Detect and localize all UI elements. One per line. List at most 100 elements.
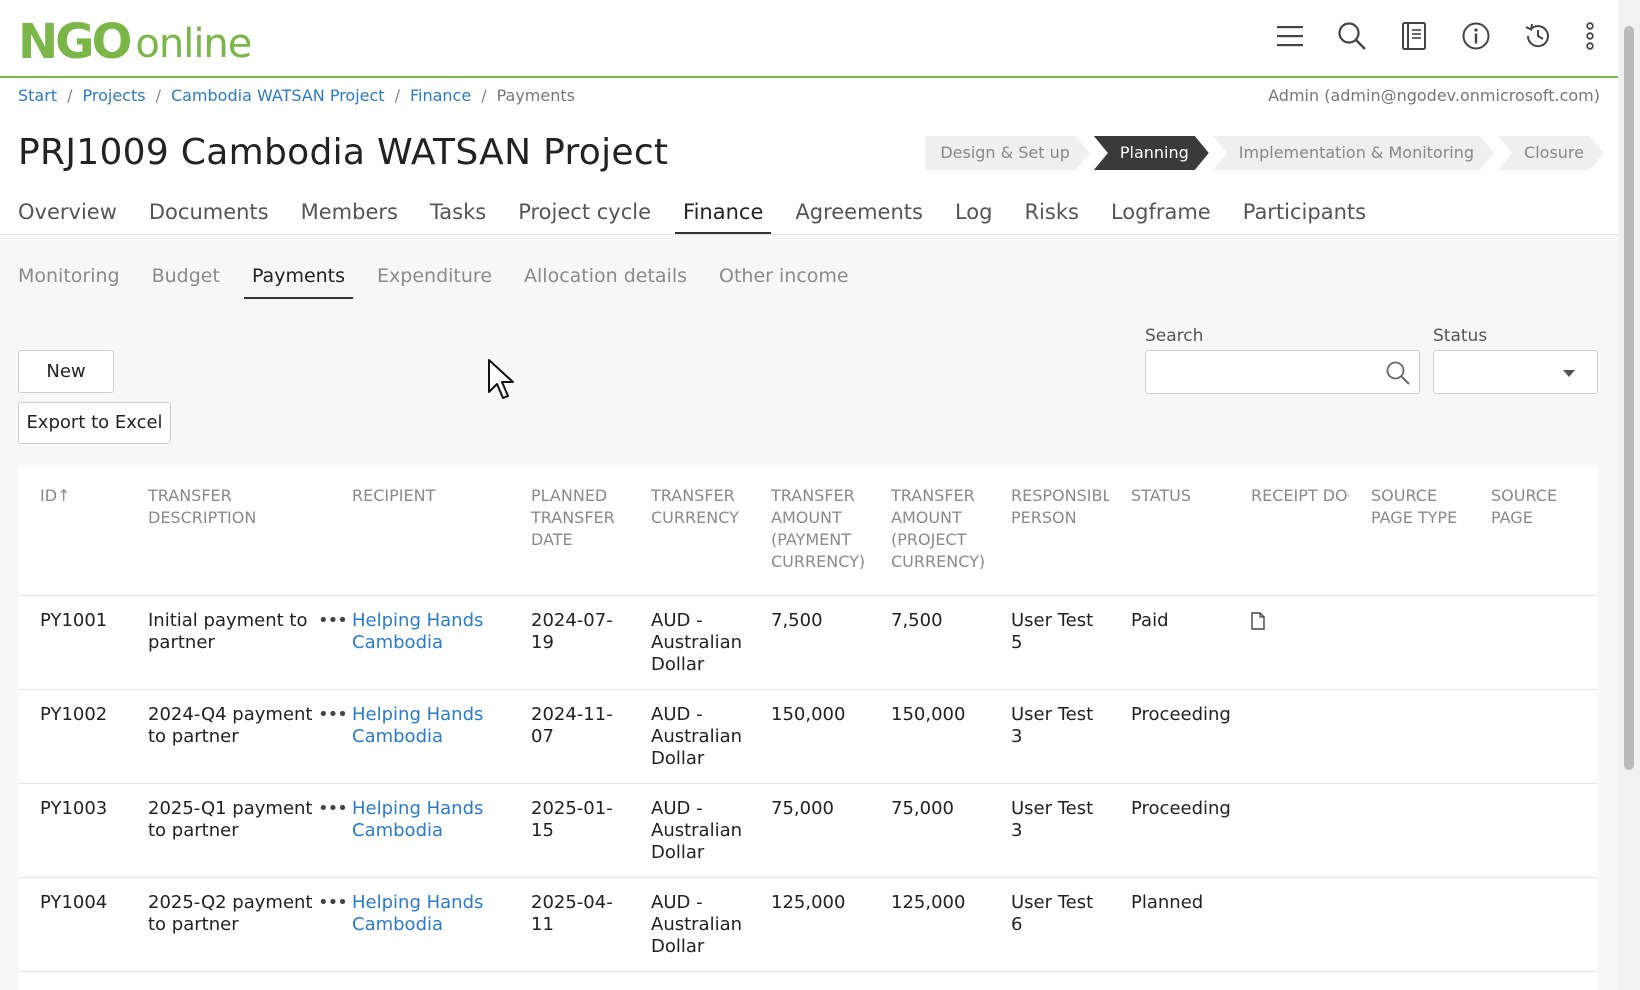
table-row[interactable]: PY1001 Initial payment to partner ••• Hel… <box>18 595 1598 690</box>
more-vertical-icon[interactable] <box>1584 20 1596 52</box>
cell-amount-payment: 125,000 <box>749 877 869 972</box>
table-row[interactable]: PY1003 2025-Q1 payment to partner ••• Hel… <box>18 783 1598 878</box>
tab-tasks[interactable]: Tasks <box>430 196 486 235</box>
cell-id: PY1004 <box>18 877 126 972</box>
col-recipient[interactable]: Recipient <box>330 465 509 596</box>
tab-log[interactable]: Log <box>955 196 993 235</box>
history-icon[interactable] <box>1522 20 1554 52</box>
recipient-link[interactable]: Helping Hands Cambodia <box>352 704 483 747</box>
col-responsible-person[interactable]: Responsible person <box>989 465 1109 596</box>
cell-id: PY1001 <box>18 595 126 690</box>
tab-documents[interactable]: Documents <box>149 196 269 235</box>
cell-id: PY1002 <box>18 689 126 784</box>
scrollbar-thumb[interactable] <box>1624 26 1634 770</box>
cell-receipt <box>1229 595 1349 690</box>
col-source-page[interactable]: Source page <box>1469 465 1598 596</box>
phase-implementation-monitoring[interactable]: Implementation & Monitoring <box>1213 136 1494 170</box>
breadcrumb-projects[interactable]: Projects <box>82 86 145 105</box>
cell-person: User Test 3 <box>989 783 1109 878</box>
cell-person: User Test 6 <box>989 877 1109 972</box>
search-icon[interactable] <box>1385 360 1411 390</box>
search-icon[interactable] <box>1336 20 1368 52</box>
page-scrollbar[interactable] <box>1618 0 1640 990</box>
col-transfer-description[interactable]: Transfer description <box>126 465 330 596</box>
tab-logframe[interactable]: Logframe <box>1111 196 1211 235</box>
cell-status: Paid <box>1109 595 1229 690</box>
cell-status: Proceeding <box>1109 689 1231 784</box>
cell-date: 2025-04-11 <box>509 877 629 972</box>
subtab-budget[interactable]: Budget <box>152 261 220 299</box>
tab-overview[interactable]: Overview <box>18 196 117 235</box>
col-id[interactable]: ID↑ <box>18 465 126 596</box>
subtab-monitoring[interactable]: Monitoring <box>18 261 120 299</box>
cell-currency: AUD - Australian Dollar <box>629 595 749 690</box>
subtab-expenditure[interactable]: Expenditure <box>377 261 492 299</box>
breadcrumb-start[interactable]: Start <box>18 86 57 105</box>
more-horizontal-icon[interactable]: ••• <box>318 798 348 820</box>
tab-participants[interactable]: Participants <box>1243 196 1366 235</box>
col-transfer-currency[interactable]: Transfer currency <box>629 465 749 596</box>
top-icon-bar <box>1274 20 1596 52</box>
col-receipt-documents[interactable]: Receipt document(s) <box>1229 465 1349 596</box>
phase-design-setup[interactable]: Design & Set up <box>925 136 1090 170</box>
subtab-allocation-details[interactable]: Allocation details <box>524 261 687 299</box>
cell-receipt <box>1229 689 1349 784</box>
status-dropdown[interactable] <box>1433 350 1598 394</box>
export-to-excel-button[interactable]: Export to Excel <box>18 402 171 444</box>
chevron-down-icon <box>1563 370 1575 377</box>
cell-description: 2025-Q2 payment to partner <box>126 877 330 972</box>
cell-recipient: ••• Helping Hands Cambodia <box>318 689 509 784</box>
cell-description: 2024-Q4 payment to partner <box>126 689 330 784</box>
cell-amount-payment: 75,000 <box>749 783 869 878</box>
breadcrumb: Start / Projects / Cambodia WATSAN Project… <box>18 86 575 105</box>
breadcrumb-project[interactable]: Cambodia WATSAN Project <box>171 86 385 105</box>
cell-currency: AUD - Australian Dollar <box>629 783 749 878</box>
tab-members[interactable]: Members <box>301 196 398 235</box>
more-horizontal-icon[interactable]: ••• <box>318 704 348 726</box>
document-icon[interactable] <box>1251 611 1265 636</box>
cell-date: 2025-01-15 <box>509 783 629 878</box>
mouse-cursor-icon <box>487 358 517 404</box>
cell-status: Planned <box>1109 877 1229 972</box>
search-label: Search <box>1145 326 1204 346</box>
more-horizontal-icon[interactable]: ••• <box>318 892 348 914</box>
cell-status: Proceeding <box>1109 783 1231 878</box>
cell-currency: AUD - Australian Dollar <box>629 689 749 784</box>
col-source-page-type[interactable]: Source page type <box>1349 465 1469 596</box>
col-amount-payment-currency[interactable]: Transfer amount (payment currency) <box>749 465 869 596</box>
more-horizontal-icon[interactable]: ••• <box>318 610 348 632</box>
subtab-other-income[interactable]: Other income <box>719 261 849 299</box>
table-row[interactable]: PY1004 2025-Q2 payment to partner ••• Hel… <box>18 877 1598 972</box>
tab-finance[interactable]: Finance <box>675 196 772 235</box>
logo-online-text: online <box>135 21 252 67</box>
cell-date: 2024-07-19 <box>509 595 629 690</box>
new-button[interactable]: New <box>18 350 114 393</box>
table-row[interactable]: PY1002 2024-Q4 payment to partner ••• Hel… <box>18 689 1598 784</box>
book-icon[interactable] <box>1398 20 1430 52</box>
cell-amount-project: 7,500 <box>869 595 989 690</box>
search-input[interactable] <box>1154 351 1384 391</box>
phase-planning[interactable]: Planning <box>1094 136 1209 170</box>
tab-project-cycle[interactable]: Project cycle <box>518 196 651 235</box>
finance-sub-tabs: Monitoring Budget Payments Expenditure A… <box>18 261 881 299</box>
recipient-link[interactable]: Helping Hands Cambodia <box>352 798 483 841</box>
menu-icon[interactable] <box>1274 20 1306 52</box>
col-status[interactable]: Status <box>1109 465 1229 596</box>
col-amount-project-currency[interactable]: Transfer amount (project currency) <box>869 465 989 596</box>
cell-source-type <box>1349 877 1469 972</box>
cell-amount-project: 150,000 <box>869 689 989 784</box>
search-field[interactable] <box>1145 350 1420 394</box>
recipient-link[interactable]: Helping Hands Cambodia <box>352 610 483 653</box>
recipient-link[interactable]: Helping Hands Cambodia <box>352 892 483 935</box>
subtab-payments[interactable]: Payments <box>243 261 354 299</box>
breadcrumb-finance[interactable]: Finance <box>410 86 471 105</box>
phase-closure[interactable]: Closure <box>1498 136 1604 170</box>
tab-risks[interactable]: Risks <box>1024 196 1078 235</box>
current-user[interactable]: Admin (admin@ngodev.onmicrosoft.com) <box>1268 86 1600 105</box>
tab-agreements[interactable]: Agreements <box>795 196 923 235</box>
col-planned-transfer-date[interactable]: Planned transfer date <box>509 465 629 596</box>
info-icon[interactable] <box>1460 20 1492 52</box>
cell-recipient: ••• Helping Hands Cambodia <box>318 783 509 878</box>
ngo-online-logo[interactable]: NGO online <box>18 10 252 67</box>
cell-id: PY1003 <box>18 783 126 878</box>
